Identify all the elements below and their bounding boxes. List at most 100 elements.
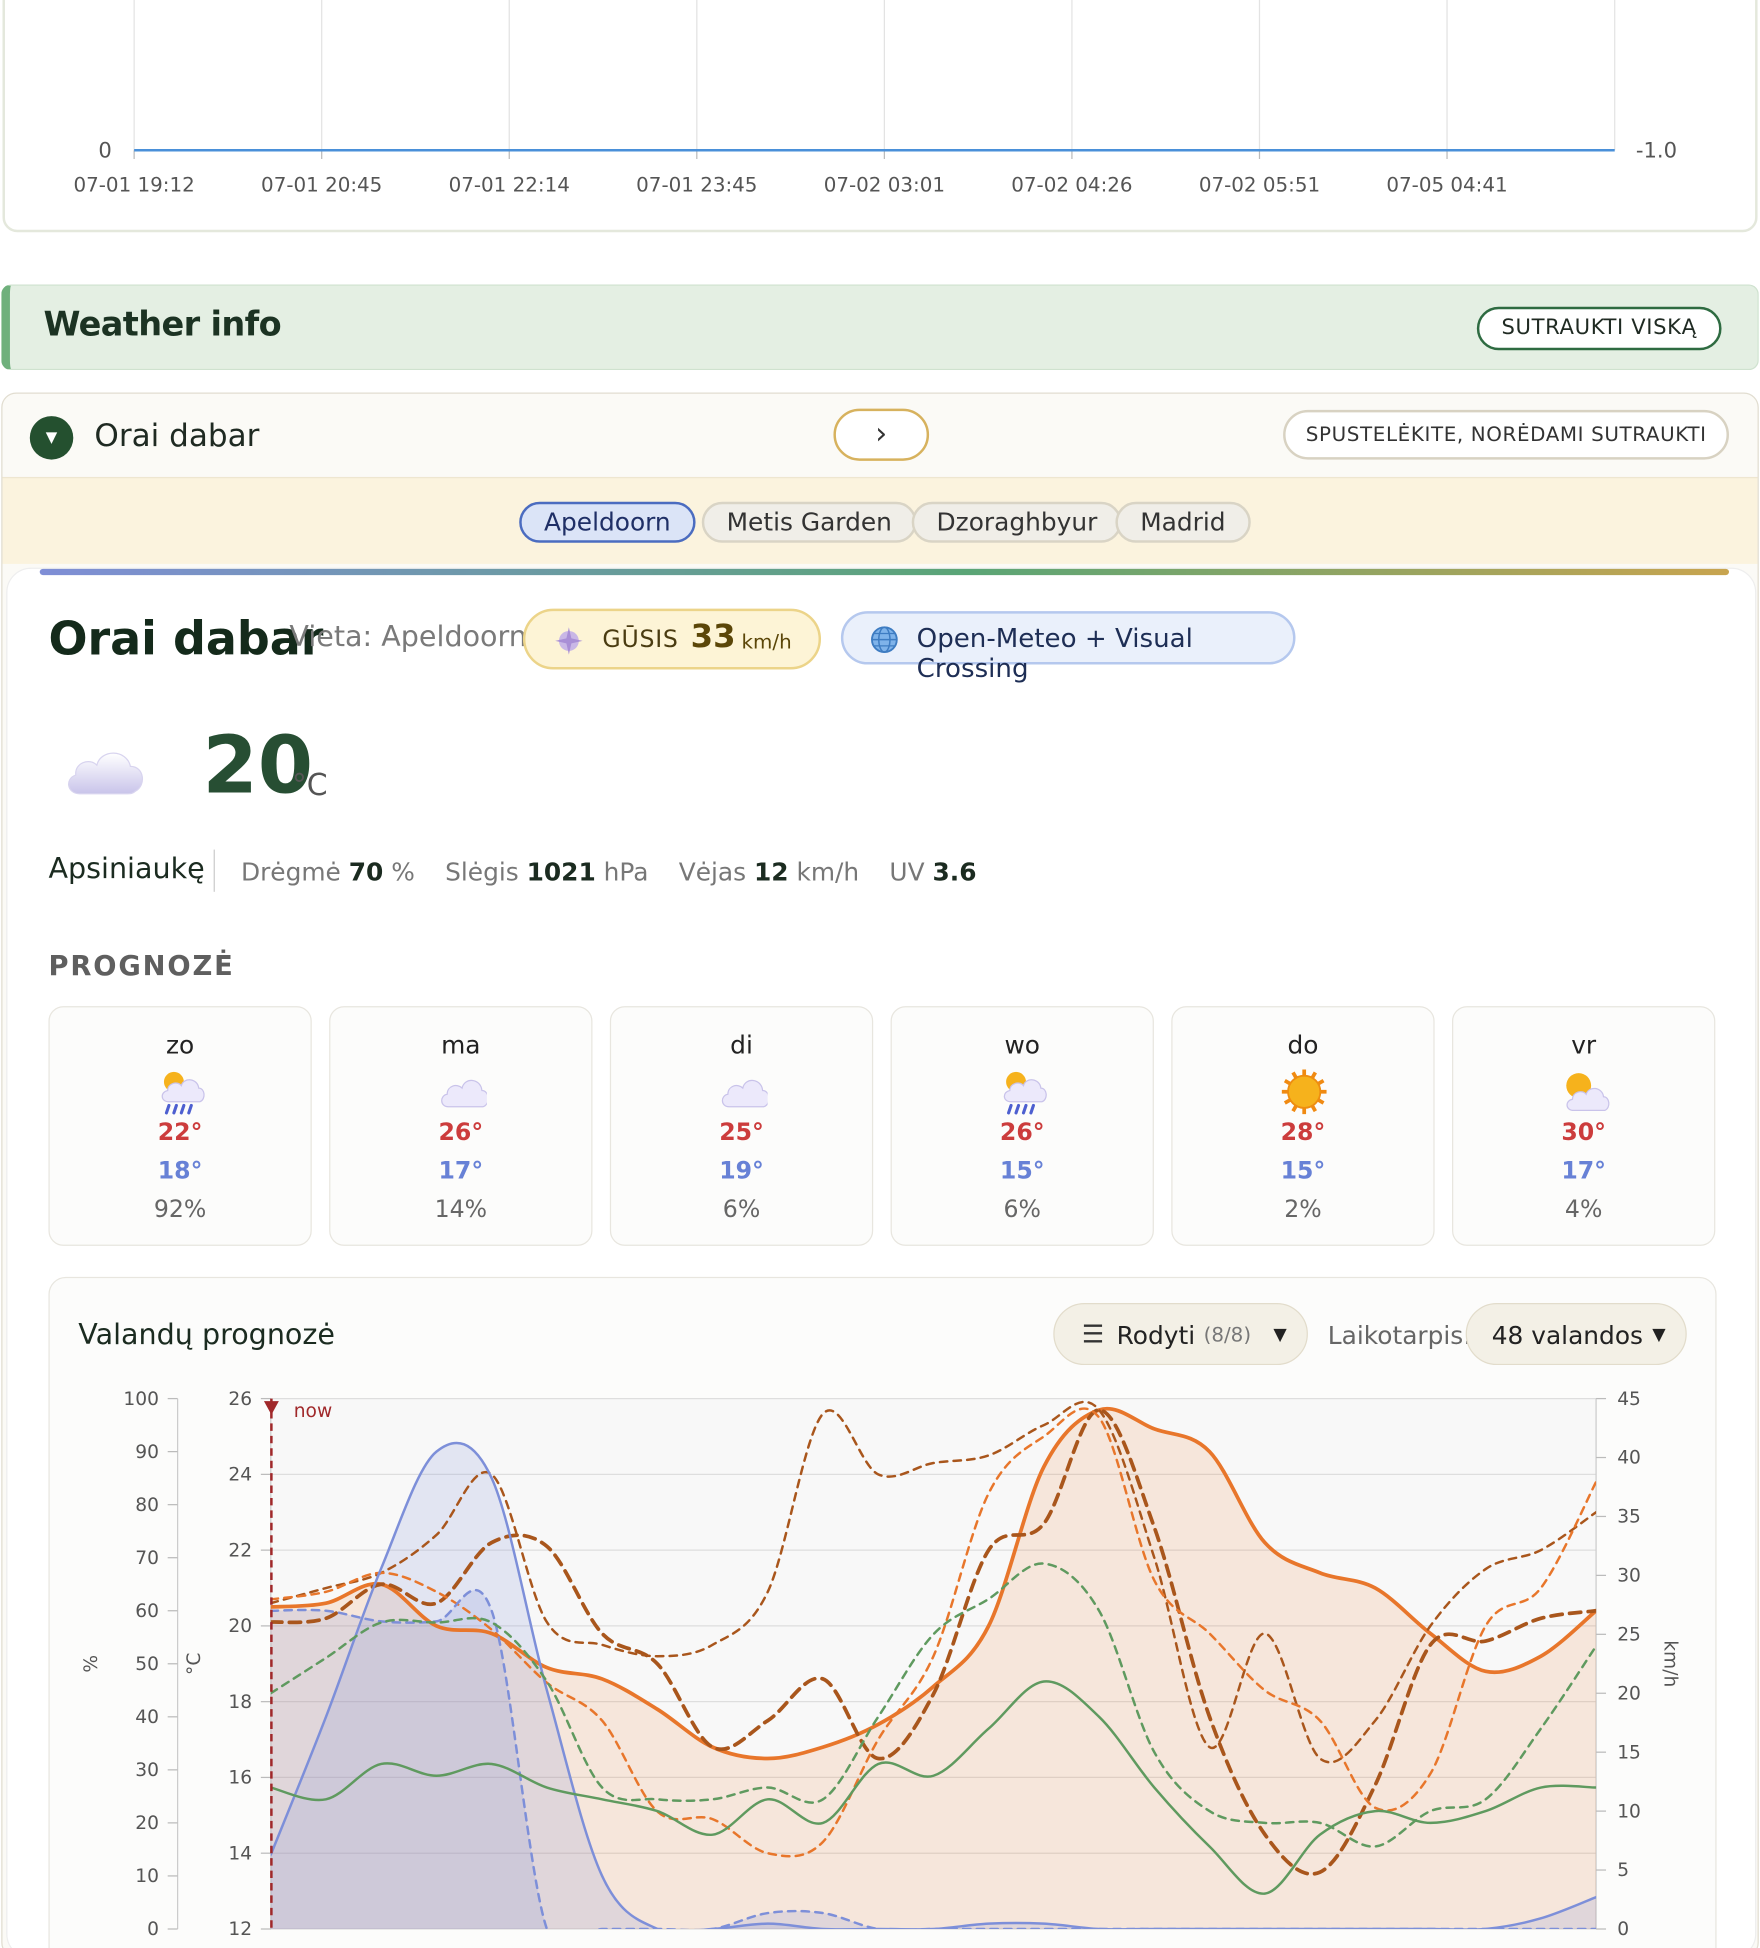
hourly-forecast-card: Valandų prognozė ☰ Rodyti (8/8) ▼ Laikot… [48,1276,1717,1948]
percent-tick-label: 50 [135,1654,159,1675]
cloud-icon [721,1079,768,1108]
forecast-low: 18° [157,1157,203,1185]
percent-tick-label: 0 [147,1919,159,1940]
forecast-day-name: zo [165,1029,195,1060]
temperature-tick-label: 22 [228,1540,252,1561]
top-chart-x-label: 07-02 03:01 [824,173,945,196]
forecast-low: 19° [719,1157,764,1185]
forecast-low: 15° [1280,1157,1326,1185]
forecast-day-name: ma [441,1029,481,1060]
current-location: Vieta: Apeldoorn [289,621,527,654]
temperature-tick-label: 24 [228,1465,252,1486]
pressure-value: 1021 [526,857,596,887]
collapse-all-button[interactable]: SUTRAUKTI VISKĄ [1476,306,1722,351]
percent-tick-label: 30 [135,1760,159,1781]
next-location-button[interactable]: › [833,408,930,461]
pressure-unit: hPa [603,857,649,887]
hourly-chart: 1009080706050403020100%2624222018161412°… [81,1389,1681,1940]
percent-axis-label: % [81,1655,102,1673]
forecast-day-card: ma 26° 17° 14% [329,1006,593,1246]
current-temperature-unit: °C [291,767,328,803]
top-chart-x-label: 07-01 23:45 [636,173,757,196]
wind-value: 12 [753,857,789,887]
current-metrics: Drėgmė 70 % Slėgis 1021 hPa Vėjas 12 km/… [241,857,999,887]
location-chip-apeldoorn[interactable]: Apeldoorn [519,501,696,543]
collapse-panel-button[interactable]: SPUSTELĖKITE, NORĖDAMI SUTRAUKTI [1283,409,1729,460]
forecast-precip: 4% [1564,1196,1603,1224]
wind-tick-label: 35 [1617,1507,1641,1528]
wind-unit: km/h [796,857,860,887]
percent-tick-label: 70 [135,1548,159,1569]
wind-tick-label: 5 [1617,1860,1629,1881]
cloud-icon [68,752,143,795]
temperature-tick-label: 16 [228,1768,252,1789]
top-chart-grid [133,0,1616,159]
wind-tick-label: 15 [1617,1742,1641,1763]
percent-tick-label: 10 [135,1866,159,1887]
percent-tick-label: 20 [135,1813,159,1834]
forecast-low: 17° [438,1157,484,1185]
rain-cloud-sun-icon [161,1071,205,1115]
uv-label: UV [889,857,925,887]
forecast-high: 30° [1561,1119,1606,1147]
temperature-tick-label: 12 [228,1919,252,1940]
location-chip-madrid[interactable]: Madrid [1115,501,1251,543]
wind-label: Vėjas [678,857,747,887]
current-title: Orai dabar [48,612,324,666]
forecast-day-name: di [730,1029,753,1060]
forecast-high: 25° [719,1119,764,1147]
location-chip-dzoraghbyur[interactable]: Dzoraghbyur [911,501,1123,543]
top-chart-y-left-tick: 0 [98,138,111,163]
forecast-day-name: do [1287,1029,1319,1060]
wind-tick-label: 20 [1617,1683,1641,1704]
gust-label: GŪSIS [602,626,679,654]
top-chart-x-label: 07-02 05:51 [1199,173,1320,196]
percent-tick-label: 60 [135,1601,159,1622]
forecast-day-card: do 28° 15° 2% [1171,1006,1435,1246]
wind-tick-label: 0 [1617,1919,1629,1940]
accent-gradient-bar [39,568,1729,576]
rain-cloud-sun-icon [1003,1071,1047,1115]
current-weather-card: Orai dabar Vieta: Apeldoorn GŪSIS 33 km/… [6,567,1757,1948]
weather-now-panel: ▼ Orai dabar › SPUSTELĖKITE, NORĖDAMI SU… [1,392,1759,1948]
forecast-precip: 6% [1003,1196,1041,1224]
forecast-precip: 92% [153,1196,207,1224]
wind-tick-label: 10 [1617,1801,1641,1822]
location-chip-metis-garden[interactable]: Metis Garden [701,501,917,543]
data-source-text: Open-Meteo + Visual Crossing [916,623,1193,684]
humidity-value: 70 [348,857,384,887]
temperature-axis-label: °C [184,1653,205,1675]
percent-tick-label: 100 [123,1389,159,1410]
current-condition: Apsiniaukę [48,853,205,886]
panel-toggle-chevron-icon[interactable]: ▼ [29,416,74,460]
top-chart-x-labels: 07-01 19:12 07-01 20:45 07-01 22:14 07-01 2… [74,173,1508,196]
percent-tick-label: 40 [135,1707,159,1728]
top-chart-x-label: 07-01 20:45 [261,173,382,196]
wind-tick-label: 40 [1617,1448,1641,1469]
forecast-precip: 14% [434,1196,488,1224]
uv-value: 3.6 [932,857,977,887]
top-chart-x-label: 07-02 04:26 [1011,173,1132,196]
sun-icon [1281,1069,1327,1115]
forecast-low: 15° [999,1157,1045,1185]
divider [213,849,215,892]
globe-icon [871,626,898,654]
forecast-precip: 2% [1284,1196,1322,1224]
percent-tick-label: 90 [135,1442,159,1463]
wind-tick-label: 25 [1617,1625,1641,1646]
sun-cloud-icon [1566,1073,1610,1112]
data-source-badge: Open-Meteo + Visual Crossing [840,611,1296,683]
forecast-low: 17° [1561,1157,1606,1185]
temperature-tick-label: 26 [228,1389,252,1410]
percent-tick-label: 80 [135,1495,159,1516]
panel-title[interactable]: Orai dabar [94,417,259,453]
humidity-label: Drėgmė [240,857,341,887]
gust-badge: GŪSIS 33 km/h [522,608,822,670]
humidity-unit: % [391,857,415,887]
forecast-high: 26° [438,1119,484,1147]
forecast-high: 22° [157,1119,203,1147]
forecast-day-name: wo [1004,1029,1040,1060]
wind-sparkle-icon [555,627,583,655]
top-chart-y-right-tick: -1.0 [1636,138,1677,163]
temperature-tick-label: 14 [228,1843,252,1864]
